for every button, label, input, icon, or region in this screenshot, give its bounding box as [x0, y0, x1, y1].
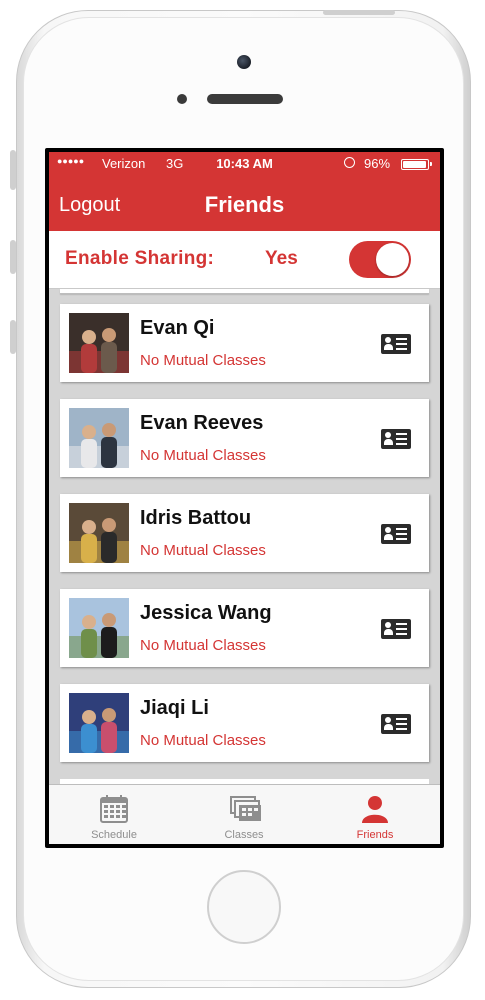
tab-schedule[interactable]: Schedule: [49, 785, 179, 844]
tab-label: Schedule: [91, 829, 137, 841]
contact-card-icon-head: [385, 622, 391, 628]
avatar: [69, 408, 129, 468]
avatar: [69, 598, 129, 658]
contact-card-icon-line: [396, 538, 407, 540]
contact-card-icon[interactable]: [381, 619, 411, 639]
contact-card-icon-line: [396, 338, 407, 340]
contact-card-icon-line: [396, 343, 407, 345]
tab-label: Classes: [224, 829, 264, 841]
proximity-sensor: [177, 94, 187, 104]
sharing-label: Enable Sharing:: [65, 248, 215, 269]
tab-classes[interactable]: Classes: [179, 785, 309, 844]
contact-card-icon-line: [396, 443, 407, 445]
mute-switch: [10, 150, 16, 190]
contact-card-icon[interactable]: [381, 429, 411, 449]
sharing-value: Yes: [265, 248, 298, 269]
friend-card[interactable]: Idris Battou No Mutual Classes: [60, 494, 429, 572]
battery-percent: 96%: [364, 156, 391, 171]
friend-name: Evan Qi: [140, 317, 215, 339]
volume-up-button: [10, 240, 16, 274]
mutual-classes: No Mutual Classes: [140, 637, 266, 654]
screen: ●●●●● Verizon 3G 10:43 AM 96% Logout Fri…: [45, 148, 444, 848]
contact-card-icon-line: [396, 348, 407, 350]
contact-card-icon-line: [396, 728, 407, 730]
contact-card-icon[interactable]: [381, 524, 411, 544]
mutual-classes: No Mutual Classes: [140, 732, 266, 749]
app-screen: ●●●●● Verizon 3G 10:43 AM 96% Logout Fri…: [49, 152, 440, 844]
contact-card-icon[interactable]: [381, 714, 411, 734]
contact-card-icon-head: [385, 337, 391, 343]
contact-card-icon-head: [385, 527, 391, 533]
person-icon: [360, 794, 394, 824]
earpiece-speaker: [207, 94, 283, 104]
avatar: [69, 503, 129, 563]
status-bar: ●●●●● Verizon 3G 10:43 AM 96%: [49, 152, 440, 176]
contact-card-icon[interactable]: [381, 334, 411, 354]
friend-name: Jessica Wang: [140, 602, 272, 624]
logout-button[interactable]: Logout: [59, 194, 120, 217]
volume-down-button: [10, 320, 16, 354]
list-item-partial: [60, 289, 429, 294]
contact-card-icon-head: [385, 432, 391, 438]
contact-card-icon-line: [396, 528, 407, 530]
contact-card-icon-line: [396, 623, 407, 625]
header: ●●●●● Verizon 3G 10:43 AM 96% Logout Fri…: [49, 152, 440, 231]
friends-list[interactable]: Evan Qi No Mutual Classes Evan Reeves No Mu…: [49, 289, 440, 784]
tab-bar: Schedule Classes Friends: [49, 784, 440, 844]
mutual-classes: No Mutual Classes: [140, 542, 266, 559]
friend-card[interactable]: Jessica Wang No Mutual Classes: [60, 589, 429, 667]
calendar-icon: [99, 794, 133, 824]
mutual-classes: No Mutual Classes: [140, 447, 266, 464]
contact-card-icon-body: [384, 344, 393, 350]
classes-icon: [229, 794, 263, 824]
avatar: [69, 693, 129, 753]
contact-card-icon-line: [396, 433, 407, 435]
contact-card-icon-head: [385, 717, 391, 723]
contact-card-icon-body: [384, 534, 393, 540]
avatar: [69, 313, 129, 373]
contact-card-icon-line: [396, 633, 407, 635]
front-camera: [237, 55, 251, 69]
contact-card-icon-line: [396, 718, 407, 720]
friend-card[interactable]: Evan Qi No Mutual Classes: [60, 304, 429, 382]
toggle-knob: [376, 243, 409, 276]
power-button: [323, 10, 395, 15]
contact-card-icon-line: [396, 628, 407, 630]
sharing-bar: Enable Sharing: Yes: [49, 231, 440, 289]
home-button[interactable]: [207, 870, 281, 944]
sharing-toggle[interactable]: [349, 241, 411, 278]
contact-card-icon-body: [384, 439, 393, 445]
contact-card-icon-body: [384, 629, 393, 635]
friend-name: Jiaqi Li: [140, 697, 209, 719]
tab-friends[interactable]: Friends: [310, 785, 440, 844]
mutual-classes: No Mutual Classes: [140, 352, 266, 369]
contact-card-icon-body: [384, 724, 393, 730]
friend-card[interactable]: Jiaqi Li No Mutual Classes: [60, 684, 429, 762]
battery-icon: [401, 159, 432, 170]
contact-card-icon-line: [396, 438, 407, 440]
contact-card-icon-line: [396, 533, 407, 535]
tab-label: Friends: [356, 829, 394, 841]
rotation-lock-icon: [344, 157, 355, 168]
friend-name: Evan Reeves: [140, 412, 264, 434]
friend-name: Idris Battou: [140, 507, 252, 529]
contact-card-icon-line: [396, 723, 407, 725]
friend-card[interactable]: Evan Reeves No Mutual Classes: [60, 399, 429, 477]
